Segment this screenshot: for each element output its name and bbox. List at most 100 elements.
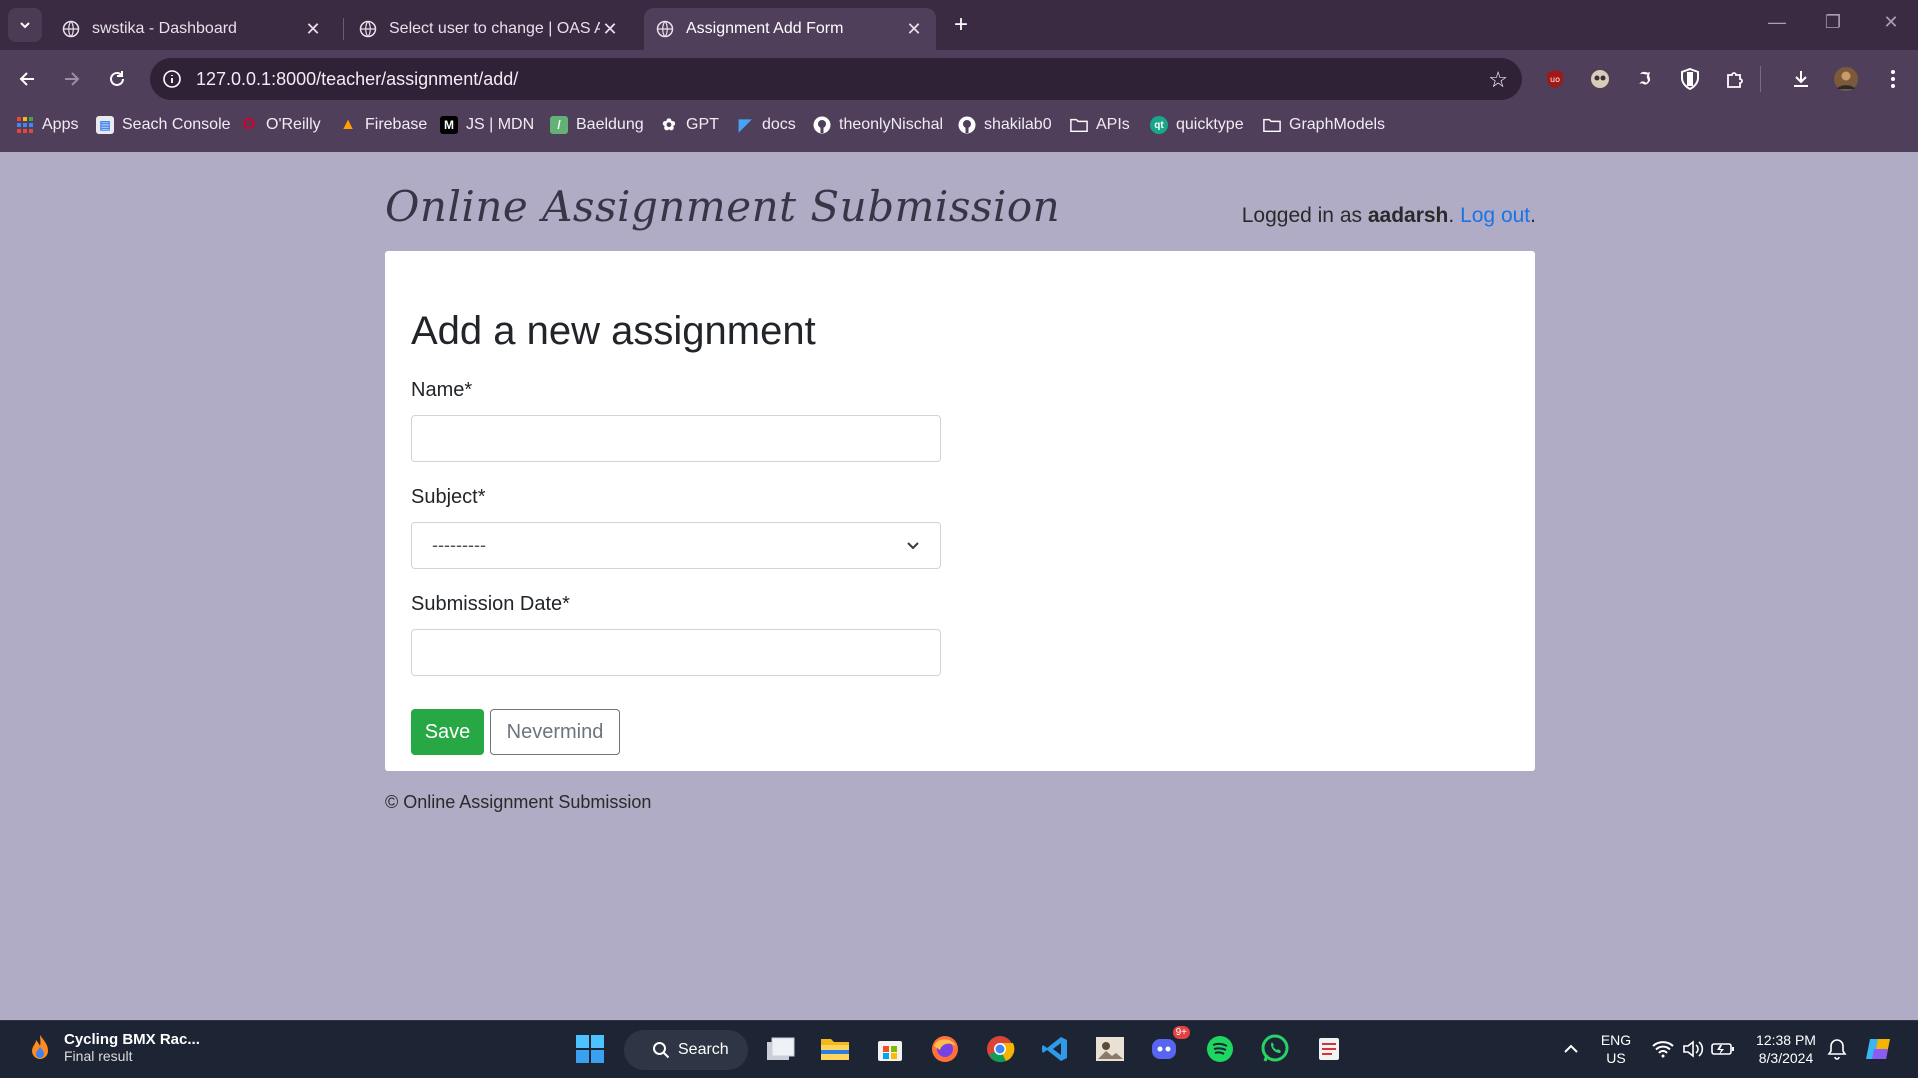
chevron-down-icon bbox=[907, 541, 919, 549]
vscode-icon[interactable] bbox=[1038, 1032, 1072, 1066]
logout-link[interactable]: Log out bbox=[1460, 204, 1530, 227]
reload-button[interactable] bbox=[102, 64, 132, 94]
shield-icon[interactable] bbox=[1677, 66, 1703, 92]
download-icon[interactable] bbox=[1788, 66, 1814, 92]
arrow-right-icon bbox=[65, 72, 80, 86]
url-text[interactable]: 127.0.0.1:8000/teacher/assignment/add/ bbox=[196, 69, 518, 90]
page-footer: © Online Assignment Submission bbox=[385, 792, 652, 812]
save-button[interactable]: Save bbox=[411, 709, 484, 755]
microsoft-store-icon[interactable] bbox=[873, 1032, 907, 1066]
tab-divider bbox=[343, 18, 344, 40]
globe-icon bbox=[62, 20, 80, 38]
windows-taskbar: Cycling BMX Rac... Final result Search 9… bbox=[0, 1020, 1918, 1078]
bookmark-label: quicktype bbox=[1176, 116, 1244, 133]
bookmark-gpt[interactable]: ✿ GPT bbox=[660, 108, 719, 142]
bookmark-search-console[interactable]: ▤ Seach Console bbox=[96, 108, 231, 142]
mdn-icon: M bbox=[440, 116, 458, 134]
firebase-icon: ▲ bbox=[340, 116, 356, 133]
wifi-icon[interactable] bbox=[1646, 1032, 1680, 1066]
firefox-icon[interactable] bbox=[928, 1032, 962, 1066]
whatsapp-icon[interactable] bbox=[1258, 1032, 1292, 1066]
language-indicator[interactable]: ENG US bbox=[1596, 1031, 1636, 1067]
copilot-icon[interactable] bbox=[1862, 1032, 1896, 1066]
close-icon[interactable]: ✕ bbox=[303, 19, 323, 39]
bookmark-label: Baeldung bbox=[576, 116, 644, 133]
ublock-icon[interactable]: uo bbox=[1542, 66, 1568, 92]
bookmark-graphmodels-folder[interactable]: GraphModels bbox=[1263, 108, 1385, 142]
tab-select-user[interactable]: Select user to change | OAS Adi ✕ bbox=[347, 8, 632, 50]
login-status: Logged in as aadarsh. Log out. bbox=[1242, 204, 1536, 228]
apps-grid-icon bbox=[16, 116, 34, 134]
tab-title: Assignment Add Form bbox=[686, 20, 844, 37]
bookmark-label: Apps bbox=[42, 116, 79, 133]
bookmark-label: docs bbox=[762, 116, 796, 133]
search-console-icon: ▤ bbox=[96, 116, 114, 134]
chrome-icon[interactable] bbox=[983, 1032, 1017, 1066]
globe-icon bbox=[359, 20, 377, 38]
notification-bell-icon[interactable] bbox=[1820, 1032, 1854, 1066]
windows-start-icon[interactable] bbox=[573, 1032, 607, 1066]
submission-date-input[interactable] bbox=[411, 629, 941, 676]
tab-assignment-add-form[interactable]: Assignment Add Form ✕ bbox=[644, 8, 936, 50]
extensions-puzzle-icon[interactable] bbox=[1722, 66, 1748, 92]
battery-icon[interactable] bbox=[1706, 1032, 1740, 1066]
volume-icon[interactable] bbox=[1676, 1032, 1710, 1066]
bookmark-oreilly[interactable]: O O'Reilly bbox=[240, 108, 321, 142]
bookmark-baeldung[interactable]: / Baeldung bbox=[550, 108, 644, 142]
clock[interactable]: 12:38 PM 8/3/2024 bbox=[1746, 1031, 1826, 1067]
bookmark-js-mdn[interactable]: M JS | MDN bbox=[440, 108, 534, 142]
close-icon[interactable]: ✕ bbox=[600, 19, 620, 39]
bookmark-quicktype[interactable]: qt quicktype bbox=[1150, 108, 1244, 142]
browser-menu-icon[interactable] bbox=[1880, 66, 1906, 92]
address-bar[interactable]: 127.0.0.1:8000/teacher/assignment/add/ ☆ bbox=[150, 58, 1522, 100]
site-brand[interactable]: Online Assignment Submission bbox=[385, 182, 1060, 231]
login-suffix: . bbox=[1530, 204, 1536, 227]
page-content: Online Assignment Submission Logged in a… bbox=[0, 152, 1918, 1020]
bookmark-apps[interactable]: Apps bbox=[16, 108, 78, 142]
clock-date: 8/3/2024 bbox=[1758, 1050, 1814, 1066]
bookmark-apis-folder[interactable]: APIs bbox=[1070, 108, 1130, 142]
name-input[interactable] bbox=[411, 415, 941, 462]
privacy-extension-icon[interactable] bbox=[1587, 66, 1613, 92]
media-widget[interactable]: Cycling BMX Rac... Final result bbox=[28, 1031, 200, 1064]
browser-toolbar: 127.0.0.1:8000/teacher/assignment/add/ ☆… bbox=[0, 50, 1918, 108]
photo-app-icon[interactable] bbox=[1093, 1032, 1127, 1066]
subject-select[interactable]: --------- bbox=[411, 522, 941, 569]
restore-icon[interactable]: ❐ bbox=[1818, 12, 1848, 33]
snipping-tool-icon[interactable] bbox=[1313, 1032, 1347, 1066]
bookmark-star-icon[interactable]: ☆ bbox=[1488, 67, 1508, 93]
translate-extension-icon[interactable]: ℑ bbox=[1632, 66, 1658, 92]
close-window-icon[interactable]: ✕ bbox=[1876, 12, 1906, 33]
forward-button[interactable] bbox=[57, 64, 87, 94]
form-card: Add a new assignment Name* Subject* ----… bbox=[385, 251, 1535, 771]
name-label: Name* bbox=[411, 379, 473, 401]
browser-tab-bar: swstika - Dashboard ✕ Select user to cha… bbox=[0, 0, 1918, 50]
spotify-icon[interactable] bbox=[1203, 1032, 1237, 1066]
task-view-icon[interactable] bbox=[763, 1032, 797, 1066]
file-explorer-icon[interactable] bbox=[818, 1032, 852, 1066]
profile-avatar[interactable] bbox=[1833, 66, 1859, 92]
minimize-icon[interactable]: — bbox=[1762, 12, 1792, 33]
taskbar-search-label: Search bbox=[678, 1041, 729, 1058]
taskbar-search-button[interactable]: Search bbox=[624, 1030, 748, 1070]
chevron-up-icon[interactable] bbox=[1554, 1032, 1588, 1066]
region-code: US bbox=[1606, 1050, 1626, 1066]
bookmark-shakilab0[interactable]: shakilab0 bbox=[958, 108, 1052, 142]
bookmark-label: Firebase bbox=[365, 116, 428, 133]
submission-date-label: Submission Date* bbox=[411, 593, 570, 615]
back-button[interactable] bbox=[12, 64, 42, 94]
oreilly-icon: O bbox=[242, 116, 256, 133]
bookmark-firebase[interactable]: ▲ Firebase bbox=[339, 108, 427, 142]
github-icon bbox=[813, 116, 831, 134]
bookmark-label: theonlyNischal bbox=[839, 116, 944, 133]
bookmark-theonlynischal[interactable]: theonlyNischal bbox=[813, 108, 943, 142]
new-tab-button[interactable]: + bbox=[948, 11, 974, 38]
site-info-icon[interactable] bbox=[162, 69, 182, 89]
toolbar-divider bbox=[1760, 66, 1761, 92]
tab-dashboard[interactable]: swstika - Dashboard ✕ bbox=[50, 8, 335, 50]
close-icon[interactable]: ✕ bbox=[904, 19, 924, 39]
bookmark-docs[interactable]: ◤ docs bbox=[736, 108, 796, 142]
nevermind-button[interactable]: Nevermind bbox=[490, 709, 620, 755]
tab-search-button[interactable] bbox=[8, 8, 42, 42]
discord-icon[interactable]: 9+ bbox=[1148, 1026, 1190, 1066]
